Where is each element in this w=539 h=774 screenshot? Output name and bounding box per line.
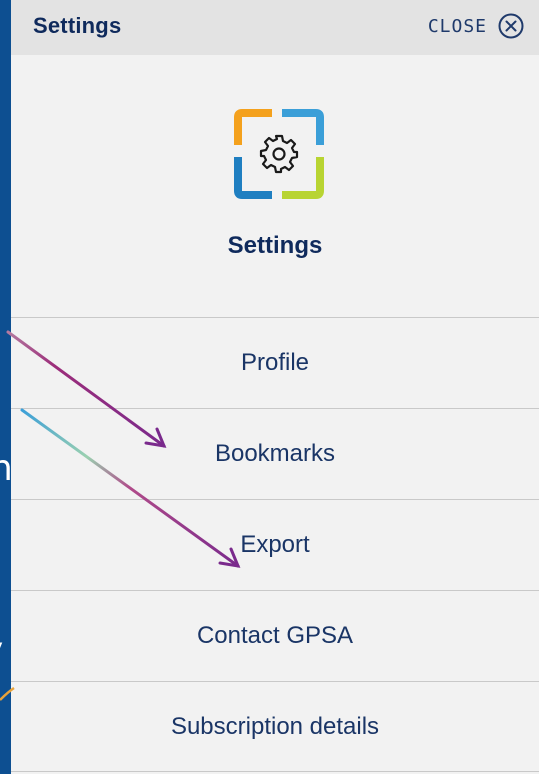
header-title: Settings	[33, 13, 122, 38]
settings-logo-icon	[234, 109, 324, 199]
background-text-fragment: y	[0, 630, 3, 671]
menu-item-contact-gpsa[interactable]: Contact GPSA	[11, 590, 539, 681]
panel-header: Settings CLOSE	[11, 0, 539, 55]
close-button[interactable]: CLOSE	[428, 10, 525, 42]
close-label: CLOSE	[427, 15, 487, 37]
menu-item-export[interactable]: Export	[11, 499, 539, 590]
menu-item-bookmarks[interactable]: Bookmarks	[11, 408, 539, 499]
menu-item-subscription-details[interactable]: Subscription details	[11, 681, 539, 772]
settings-panel: Settings CLOSE Settings Profile Bookmark…	[11, 0, 539, 774]
menu-item-profile[interactable]: Profile	[11, 317, 539, 408]
close-circle-icon	[498, 13, 524, 39]
gear-icon	[259, 134, 299, 174]
hero-title: Settings	[227, 232, 323, 259]
settings-menu: Profile Bookmarks Export Contact GPSA Su…	[11, 317, 539, 772]
